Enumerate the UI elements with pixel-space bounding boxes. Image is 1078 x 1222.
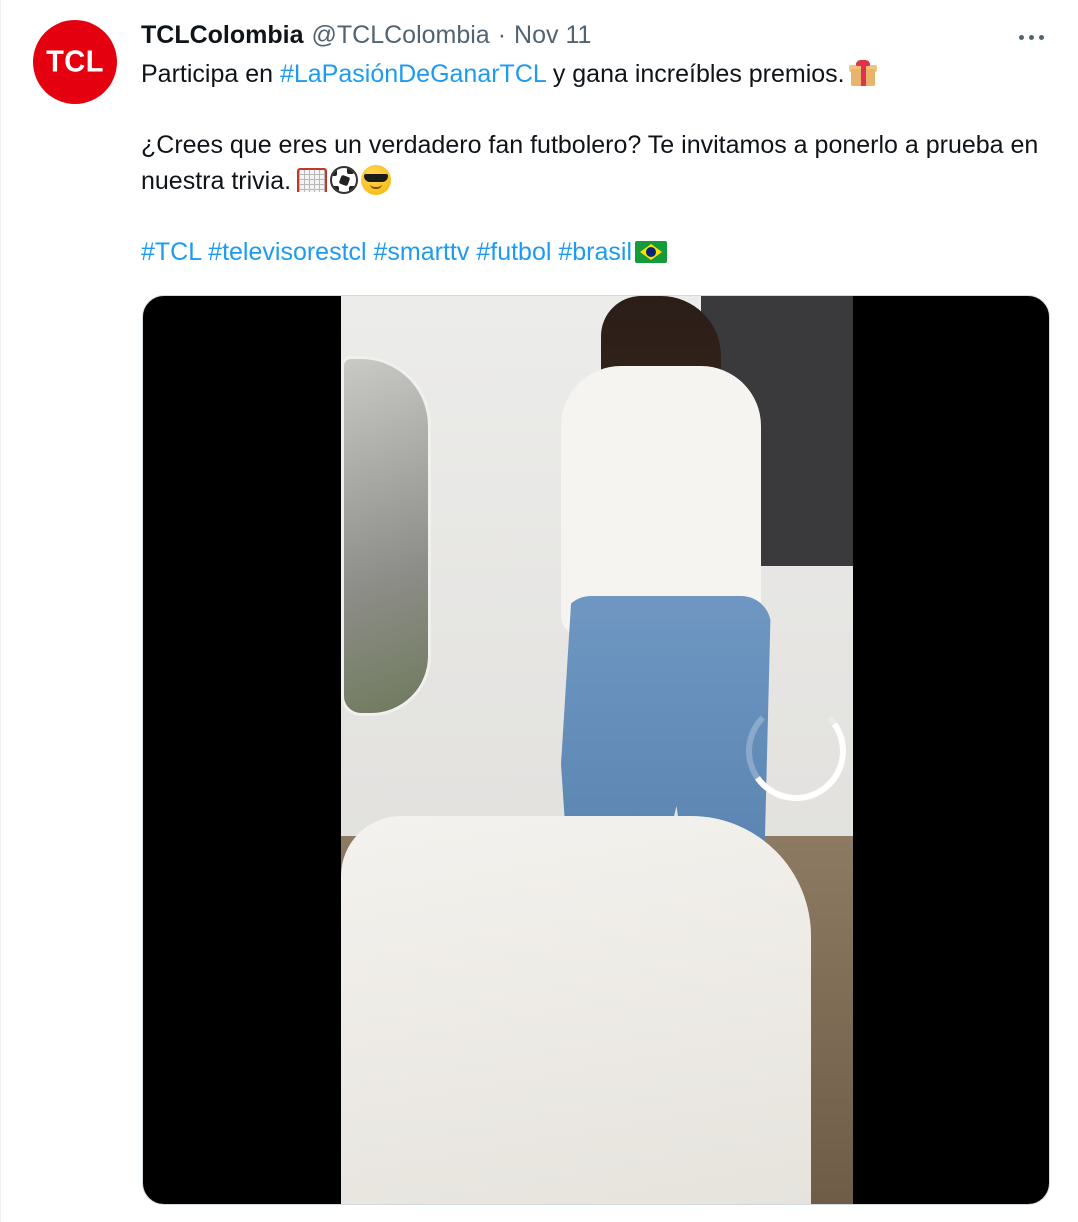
tweet-text-segment: y gana increíbles premios. <box>545 60 845 88</box>
separator-dot: · <box>497 21 507 49</box>
user-handle[interactable]: @TCLColombia <box>312 14 490 56</box>
hashtag-link[interactable]: #TCL <box>141 238 201 266</box>
hashtag-link[interactable]: #brasil <box>558 238 632 266</box>
hashtag-link[interactable]: #televisorestcl <box>208 238 366 266</box>
tweet-text-segment: Participa en <box>141 60 280 88</box>
video-player[interactable] <box>142 295 1050 1205</box>
tweet-line-1: Participa en #LaPasiónDeGanarTCL y gana … <box>141 56 1051 92</box>
avatar[interactable]: TCL <box>33 20 117 104</box>
display-name[interactable]: TCLColombia <box>141 14 304 56</box>
hashtag-link[interactable]: #futbol <box>476 238 551 266</box>
video-frame[interactable] <box>341 296 853 1204</box>
tweet-body: TCLColombia @TCLColombia · Nov 11 Partic… <box>141 14 1051 270</box>
soccer-ball-icon <box>330 166 359 194</box>
tcl-logo: TCL <box>46 44 104 79</box>
goal-net-icon <box>297 168 328 192</box>
tweet-text-segment: ¿Crees que eres un verdadero fan futbole… <box>141 131 1039 195</box>
tweet-card[interactable]: TCL TCLColombia @TCLColombia · Nov 11 Pa… <box>0 0 1078 1222</box>
hashtag-link[interactable]: #LaPasiónDeGanarTCL <box>280 60 546 88</box>
tweet-header: TCLColombia @TCLColombia · Nov 11 <box>141 14 1051 56</box>
brazil-flag-icon <box>635 241 668 263</box>
gift-icon <box>848 60 877 86</box>
hashtag-line: #TCL #televisorestcl #smarttv #futbol #b… <box>141 234 1051 270</box>
hashtag-link[interactable]: #smarttv <box>374 238 470 266</box>
tweet-date[interactable]: Nov 11 <box>514 14 591 56</box>
sunglasses-face-icon <box>361 165 392 195</box>
tweet-text: Participa en #LaPasiónDeGanarTCL y gana … <box>141 56 1051 270</box>
tweet-line-2: ¿Crees que eres un verdadero fan futbole… <box>141 127 1051 199</box>
sofa-image <box>341 816 811 1204</box>
mirror-image <box>341 356 431 716</box>
more-options-icon[interactable] <box>1011 22 1051 52</box>
